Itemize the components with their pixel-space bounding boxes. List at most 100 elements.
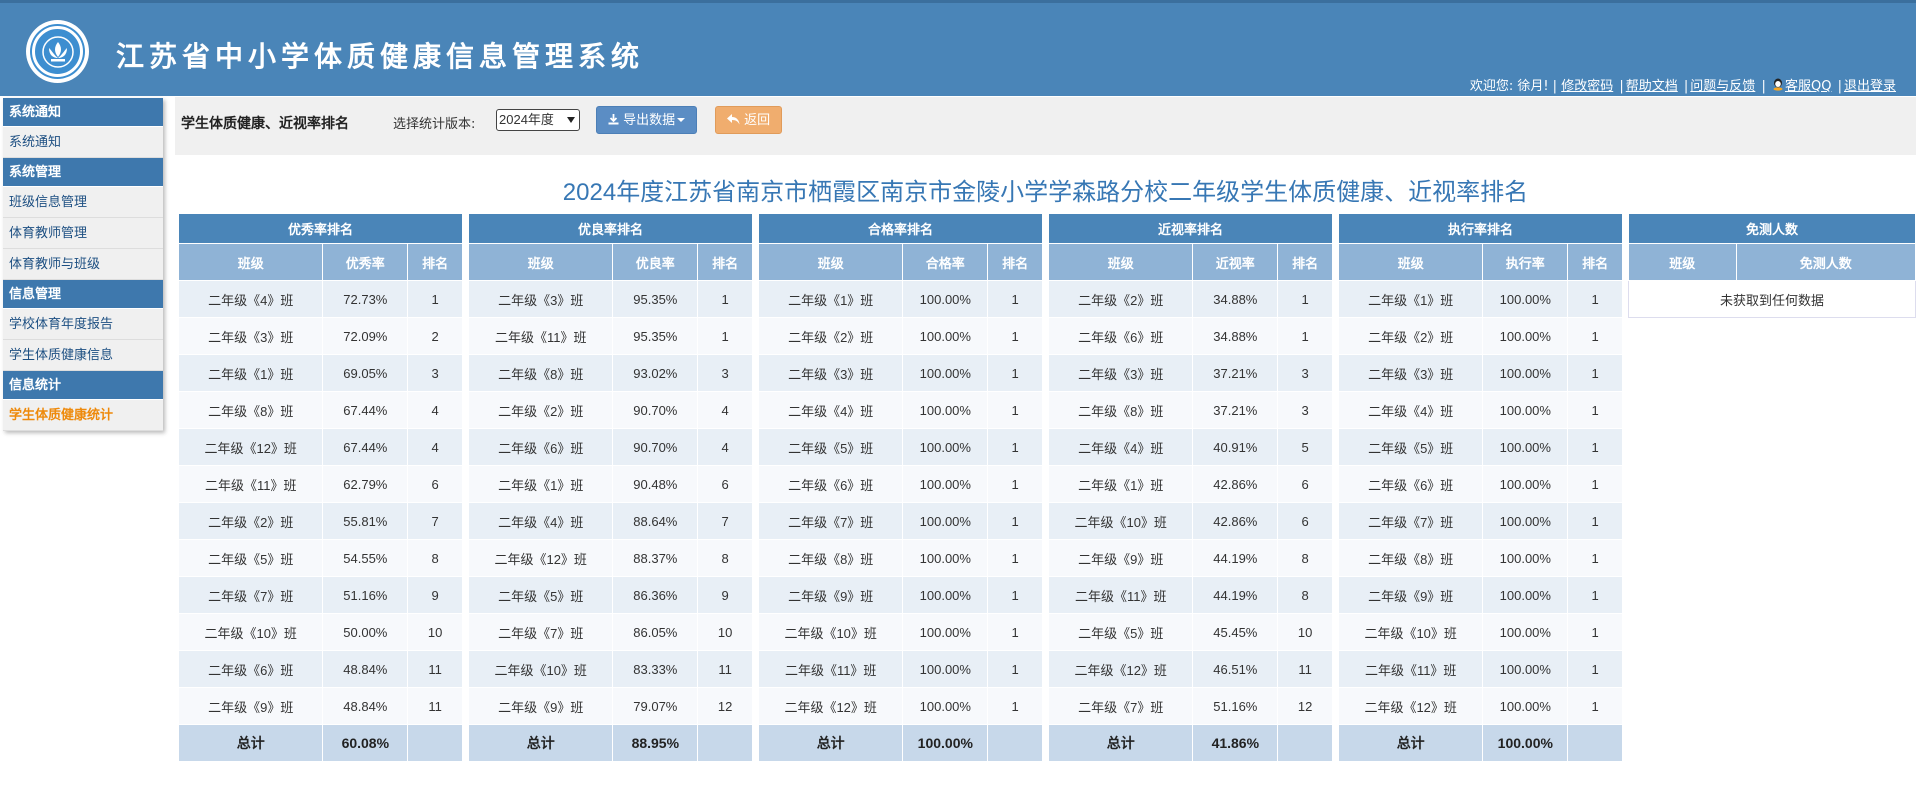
total-cell: 总计 <box>1337 724 1484 762</box>
table-row: 二年级《3》班 100.00% 1 <box>757 354 1043 392</box>
table-cell: 二年级《5》班 <box>757 428 904 466</box>
table-cell: 51.16% <box>322 576 409 614</box>
caret-down-icon <box>677 118 686 122</box>
total-row: 总计 88.95% <box>467 724 753 762</box>
sidebar-item[interactable]: 学生体质健康统计 <box>3 400 163 431</box>
table-row: 二年级《11》班 100.00% 1 <box>1337 650 1623 688</box>
table-row: 二年级《6》班 100.00% 1 <box>1337 465 1623 503</box>
table-group-header: 优秀率排名 <box>178 213 463 244</box>
column-header: 班级 <box>1047 243 1194 281</box>
table-cell: 二年级《10》班 <box>177 613 324 651</box>
table-cell: 100.00% <box>1482 687 1569 725</box>
table-cell: 1 <box>1567 354 1623 392</box>
table-row: 二年级《2》班 90.70% 4 <box>467 391 753 429</box>
table-cell: 42.86% <box>1192 465 1279 503</box>
column-header-row: 班级 近视率 排名 <box>1047 243 1333 281</box>
total-cell <box>407 724 463 762</box>
table-cell: 100.00% <box>902 650 989 688</box>
sidebar-item[interactable]: 学校体育年度报告 <box>3 309 163 340</box>
table-cell: 1 <box>1567 687 1623 725</box>
table-cell: 二年级《1》班 <box>177 354 324 392</box>
table-cell: 二年级《8》班 <box>177 391 324 429</box>
table-cell: 1 <box>987 650 1043 688</box>
table-cell: 4 <box>407 428 463 466</box>
logout-link[interactable]: 退出登录 <box>1844 79 1896 94</box>
table-cell: 44.19% <box>1192 576 1279 614</box>
table-cell: 二年级《1》班 <box>1337 280 1484 318</box>
export-button[interactable]: 导出数据 <box>596 106 698 134</box>
support-qq-link[interactable]: 客服QQ <box>1785 79 1831 94</box>
table-cell: 54.55% <box>322 539 409 577</box>
column-header: 排名 <box>407 243 463 281</box>
table-cell: 90.48% <box>612 465 699 503</box>
sidebar-item[interactable]: 体育教师与班级 <box>3 249 163 280</box>
table-cell: 二年级《1》班 <box>467 465 614 503</box>
table-cell: 1 <box>1277 280 1333 318</box>
table-cell: 二年级《2》班 <box>467 391 614 429</box>
sidebar-item[interactable]: 班级信息管理 <box>3 187 163 218</box>
table-row: 二年级《3》班 100.00% 1 <box>1337 354 1623 392</box>
table-cell: 3 <box>1277 391 1333 429</box>
column-header: 班级 <box>1337 243 1484 281</box>
table-group-header: 近视率排名 <box>1048 213 1333 244</box>
table-group-header: 优良率排名 <box>468 213 753 244</box>
column-header: 排名 <box>697 243 753 281</box>
table-row: 二年级《2》班 34.88% 1 <box>1047 280 1333 318</box>
help-docs-link[interactable]: 帮助文档 <box>1626 79 1678 94</box>
table-cell: 2 <box>407 317 463 355</box>
column-header: 班级 <box>177 243 324 281</box>
version-select-value: 2024年度 <box>499 112 554 127</box>
table-cell: 二年级《6》班 <box>1337 465 1484 503</box>
table-cell: 二年级《4》班 <box>757 391 904 429</box>
column-header: 班级 <box>757 243 904 281</box>
table-cell: 48.84% <box>322 687 409 725</box>
table-row: 二年级《9》班 100.00% 1 <box>1337 576 1623 614</box>
table-cell: 1 <box>987 613 1043 651</box>
table-cell: 8 <box>1277 576 1333 614</box>
column-header: 免测人数 <box>1735 243 1916 281</box>
table-cell: 1 <box>697 317 753 355</box>
back-button[interactable]: 返回 <box>715 106 783 134</box>
table-cell: 二年级《2》班 <box>1047 280 1194 318</box>
column-header: 排名 <box>1277 243 1333 281</box>
table-row: 二年级《3》班 37.21% 3 <box>1047 354 1333 392</box>
qq-icon <box>1773 78 1783 91</box>
table-cell: 7 <box>697 502 753 540</box>
table-cell: 二年级《9》班 <box>1337 576 1484 614</box>
table-cell: 3 <box>407 354 463 392</box>
table-cell: 二年级《10》班 <box>757 613 904 651</box>
version-select[interactable]: 2024年度 <box>496 109 580 131</box>
lotus-icon <box>32 26 83 77</box>
welcome-text: 欢迎您: 徐月! | <box>1469 79 1558 94</box>
table-cell: 二年级《7》班 <box>1047 687 1194 725</box>
table-row: 二年级《10》班 42.86% 6 <box>1047 502 1333 540</box>
table-cell: 1 <box>987 391 1043 429</box>
good-rate-table: 优良率排名 班级 优良率 排名 二年级《3》班 95.35% 1 二年级《11》班 95.35%… <box>467 213 753 762</box>
table-cell: 72.09% <box>322 317 409 355</box>
feedback-link[interactable]: 问题与反馈 <box>1690 79 1755 94</box>
table-cell: 二年级《3》班 <box>1337 354 1484 392</box>
logo <box>26 20 89 83</box>
change-password-link[interactable]: 修改密码 <box>1561 79 1613 94</box>
table-cell: 79.07% <box>612 687 699 725</box>
table-row: 二年级《4》班 100.00% 1 <box>1337 391 1623 429</box>
table-cell: 46.51% <box>1192 650 1279 688</box>
table-row: 二年级《6》班 90.70% 4 <box>467 428 753 466</box>
column-header-row: 班级 合格率 排名 <box>757 243 1043 281</box>
sidebar-item[interactable]: 学生体质健康信息 <box>3 340 163 371</box>
table-cell: 1 <box>987 280 1043 318</box>
sidebar-item[interactable]: 系统通知 <box>3 127 163 158</box>
table-cell: 95.35% <box>612 280 699 318</box>
column-header-row: 班级 优良率 排名 <box>467 243 753 281</box>
table-row: 二年级《10》班 83.33% 11 <box>467 650 753 688</box>
table-cell: 1 <box>1277 317 1333 355</box>
pass-rate-table: 合格率排名 班级 合格率 排名 二年级《1》班 100.00% 1 二年级《2》班 100.00… <box>757 213 1043 762</box>
sidebar-item[interactable]: 体育教师管理 <box>3 218 163 249</box>
table-cell: 37.21% <box>1192 354 1279 392</box>
total-cell: 总计 <box>177 724 324 762</box>
table-cell: 12 <box>697 687 753 725</box>
table-cell: 二年级《4》班 <box>1337 391 1484 429</box>
table-cell: 二年级《11》班 <box>1337 650 1484 688</box>
table-cell: 二年级《9》班 <box>1047 539 1194 577</box>
table-row: 二年级《1》班 90.48% 6 <box>467 465 753 503</box>
